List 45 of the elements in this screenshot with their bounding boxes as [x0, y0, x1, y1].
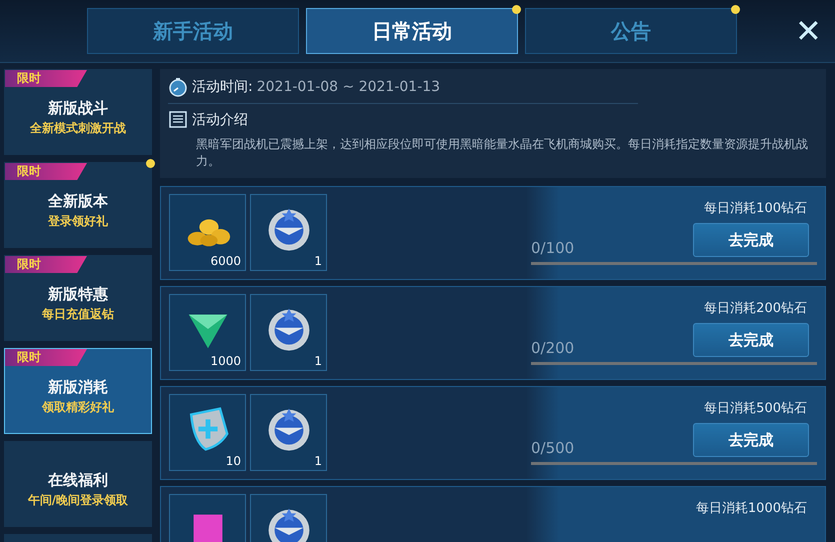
time-label: 活动时间:	[192, 78, 253, 96]
sidebar-item[interactable]: 限时 新版消耗 领取精彩好礼	[4, 348, 152, 434]
task-goal: 每日消耗500钻石	[704, 400, 807, 417]
reward-count: 1	[314, 254, 322, 268]
progress-text: 0/200	[531, 339, 574, 357]
tab[interactable]: 日常活动	[306, 8, 518, 54]
sidebar-item-subtitle: 全新模式刺激开战	[30, 120, 126, 137]
progress-text: 0/500	[531, 439, 574, 457]
task-goal: 每日消耗100钻石	[704, 200, 807, 217]
reward-count: 1000	[210, 354, 241, 368]
progress-text: 0/100	[531, 239, 574, 257]
task-goal: 每日消耗1000钻石	[696, 500, 807, 517]
limited-tag: 限时	[5, 256, 87, 273]
sidebar-item-subtitle: 午间/晚间登录领取	[28, 492, 128, 509]
sidebar-item-title: 在线福利	[48, 471, 108, 490]
sidebar-item-subtitle: 领取精彩好礼	[42, 399, 114, 416]
reward-count: 1	[314, 354, 322, 368]
reward-count: 6000	[210, 254, 241, 268]
sidebar-item-title: 新版消耗	[48, 378, 108, 397]
list-icon	[168, 110, 188, 130]
sidebar-item-subtitle: 每日充值返钻	[42, 306, 114, 323]
sidebar-item[interactable]: 限时 全新版本 登录领好礼	[4, 162, 152, 248]
sidebar-item[interactable]: 限时 新版特惠 每日充值返钻	[4, 255, 152, 341]
tab[interactable]: 公告	[525, 8, 737, 54]
sidebar-item-title: 新版战斗	[48, 99, 108, 118]
reward-count: 1	[314, 454, 322, 468]
limited-tag: 限时	[5, 163, 87, 180]
intro-title: 活动介绍	[192, 111, 248, 129]
go-complete-button[interactable]: 去完成	[693, 423, 809, 457]
time-value: 2021-01-08 ~ 2021-01-13	[256, 79, 440, 95]
close-button[interactable]: ✕	[789, 12, 828, 50]
sidebar-item[interactable]: 限时 新版战斗 全新模式刺激开战	[4, 69, 152, 155]
intro-text: 黑暗军团战机已震撼上架，达到相应段位即可使用黑暗能量水晶在飞机商城购买。每日消耗指定数量资源提升战机战力。	[196, 136, 809, 170]
go-complete-button[interactable]: 去完成	[693, 323, 809, 357]
go-complete-button[interactable]: 去完成	[693, 223, 809, 257]
sidebar-item[interactable]: 在线福利 午间/晚间登录领取	[4, 441, 152, 527]
limited-tag: 限时	[5, 70, 87, 87]
tab[interactable]: 新手活动	[87, 8, 299, 54]
stopwatch-icon	[168, 77, 188, 97]
sidebar-item-title: 全新版本	[48, 192, 108, 211]
sidebar-item-subtitle: 登录领好礼	[48, 213, 108, 230]
sidebar-item-title: 新版特惠	[48, 285, 108, 304]
limited-tag: 限时	[5, 349, 87, 366]
task-goal: 每日消耗200钻石	[704, 300, 807, 317]
reward-count: 10	[226, 454, 241, 468]
